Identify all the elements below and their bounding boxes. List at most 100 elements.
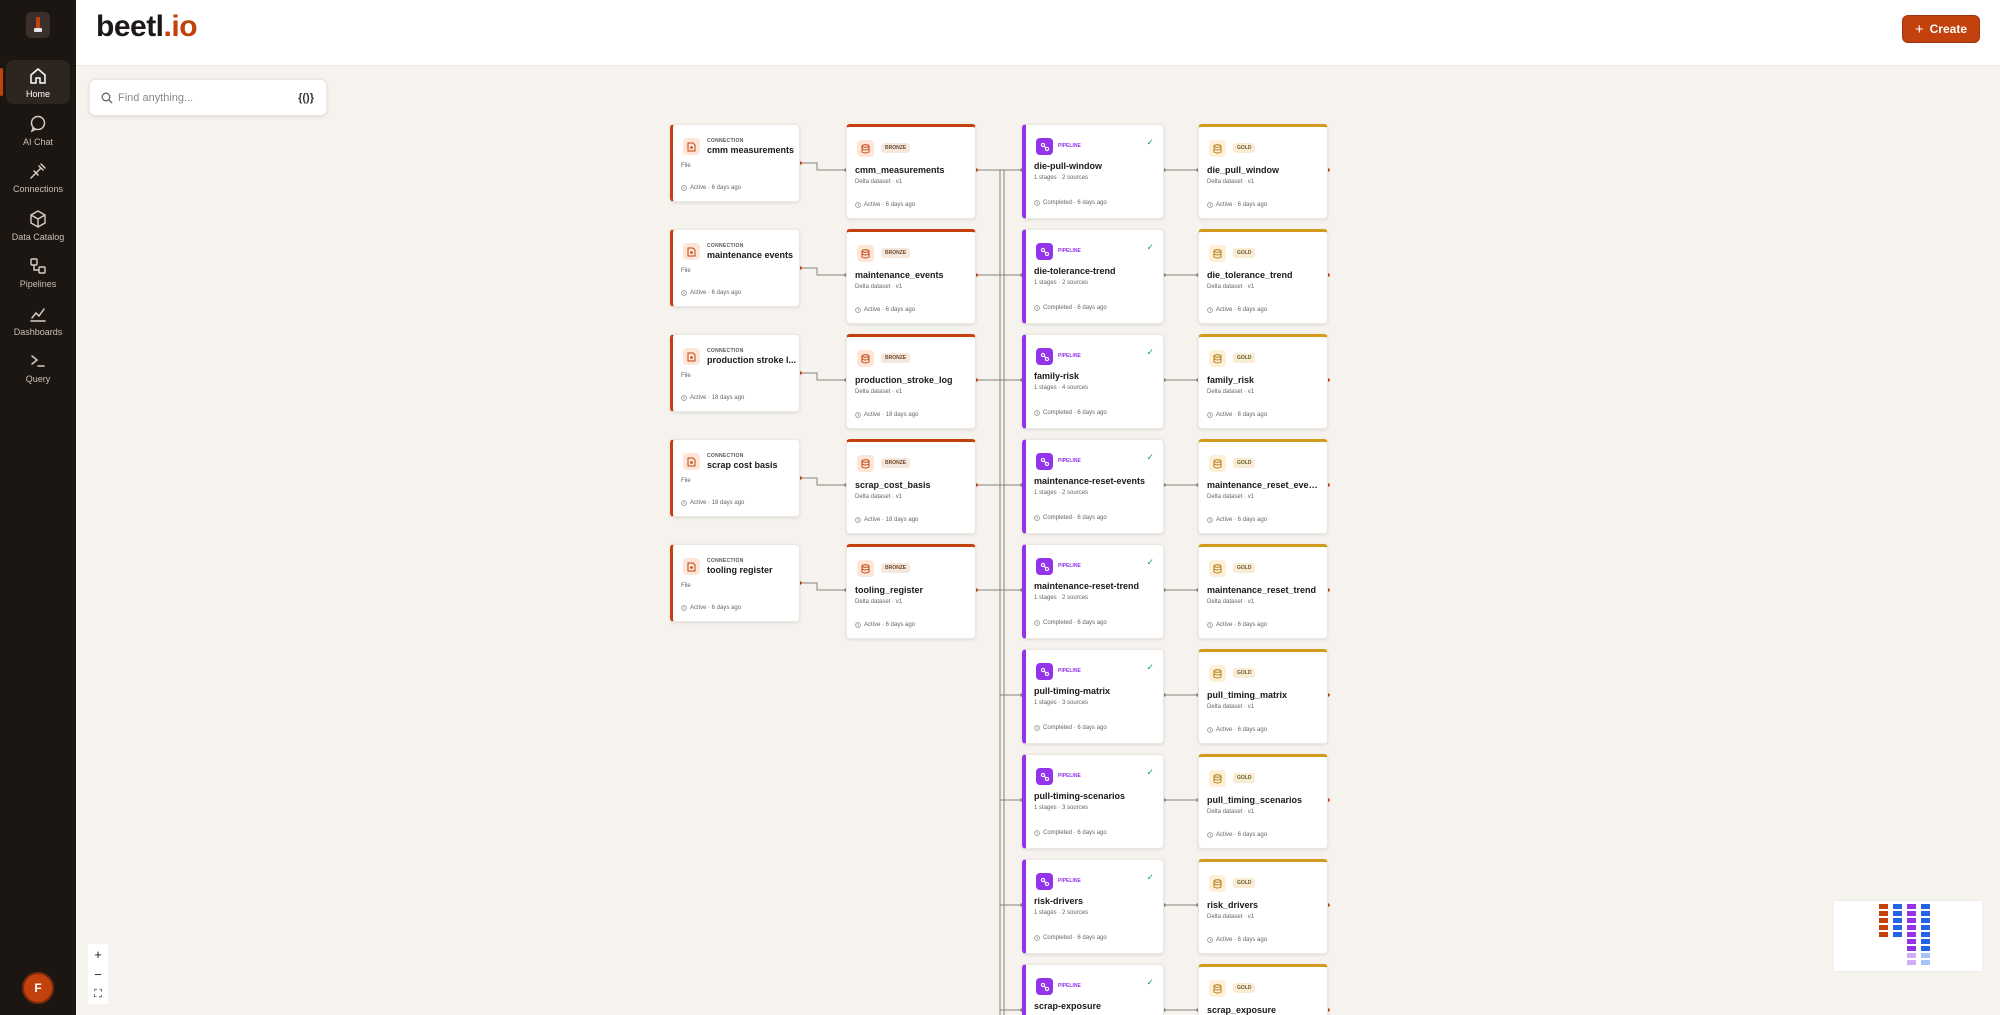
avatar[interactable]: F: [22, 972, 54, 1004]
node-title: scrap_cost_basis: [855, 480, 931, 490]
fit-view-button[interactable]: ⛶: [88, 984, 108, 1004]
node-subtitle: Delta dataset · v1: [1207, 809, 1255, 815]
node-status-text: Active · 6 days ago: [864, 622, 916, 628]
gold-node-maintenance-reset-trend[interactable]: GOLD maintenance_reset_trend Delta dataset…: [1198, 544, 1328, 639]
top-bar: beetl.io + Create: [76, 0, 2000, 66]
minimap-node: [1893, 918, 1902, 923]
node-status: Active · 6 days ago: [1207, 937, 1267, 943]
sidebar-item-query[interactable]: Query: [6, 345, 70, 389]
bronze-node-production-stroke-log[interactable]: BRONZE production_stroke_log Delta dataset…: [846, 334, 976, 429]
clock-icon: [1034, 410, 1040, 416]
conn-node-cmm-measurements[interactable]: CONNECTION cmm measurements File Active · 6…: [670, 124, 800, 202]
gold-node-scrap-exposure[interactable]: GOLD scrap_exposure: [1198, 964, 1328, 1015]
database-icon: [861, 353, 870, 363]
node-title: maintenance-reset-trend: [1034, 581, 1140, 591]
bronze-node-tooling-register[interactable]: BRONZE tooling_register Delta dataset · v1…: [846, 544, 976, 639]
zoom-in-button[interactable]: +: [88, 944, 108, 964]
sidebar-item-home[interactable]: Home: [0, 60, 70, 104]
minimap[interactable]: [1833, 900, 1983, 972]
clock-icon: [855, 622, 861, 628]
minimap-node: [1907, 904, 1916, 909]
pipe-node-risk-drivers[interactable]: PIPELINE risk-drivers 1 stages · 2 sources…: [1022, 859, 1164, 954]
node-type: CONNECTION: [707, 348, 744, 354]
layer-badge: GOLD: [1233, 563, 1256, 573]
sidebar-item-ai-chat[interactable]: AI Chat: [6, 108, 70, 152]
conn-node-production-stroke-l-[interactable]: CONNECTION production stroke l... File Acti…: [670, 334, 800, 412]
minimap-node: [1879, 904, 1888, 909]
sidebar-item-dashboards[interactable]: Dashboards: [6, 298, 70, 342]
node-icon: [1036, 138, 1053, 155]
pipeline-icon: [30, 258, 46, 274]
clock-icon: [681, 290, 687, 296]
zoom-out-button[interactable]: −: [88, 964, 108, 984]
gold-node-risk-drivers[interactable]: GOLD risk_drivers Delta dataset · v1 Active…: [1198, 859, 1328, 954]
pipe-node-family-risk[interactable]: PIPELINE family-risk 1 stages · 4 sources C…: [1022, 334, 1164, 429]
database-icon: [1213, 143, 1222, 153]
app-logo[interactable]: [26, 12, 50, 38]
node-title: scrap cost basis: [707, 460, 778, 470]
brand-logo[interactable]: beetl.io: [96, 10, 198, 44]
node-status-text: Active · 18 days ago: [690, 500, 745, 506]
pipe-node-die-pull-window[interactable]: PIPELINE die-pull-window 1 stages · 2 sour…: [1022, 124, 1164, 219]
edge-conn-bronze: [800, 372, 846, 381]
pipe-node-pull-timing-scenarios[interactable]: PIPELINE pull-timing-scenarios 1 stages · …: [1022, 754, 1164, 849]
gold-node-maintenance-reset-events[interactable]: GOLD maintenance_reset_events Delta datase…: [1198, 439, 1328, 534]
layer-badge: BRONZE: [881, 353, 911, 363]
search-input[interactable]: [118, 89, 288, 107]
node-icon: [1036, 453, 1053, 470]
file-icon: [687, 352, 696, 361]
pipeline-icon: [1040, 772, 1049, 781]
node-title: pull_timing_scenarios: [1207, 795, 1303, 805]
pipe-node-die-tolerance-trend[interactable]: PIPELINE die-tolerance-trend 1 stages · 2 …: [1022, 229, 1164, 324]
plus-icon: +: [1914, 20, 1924, 38]
node-status-text: Active · 6 days ago: [690, 185, 742, 191]
node-icon: [683, 453, 700, 470]
bronze-node-cmm-measurements[interactable]: BRONZE cmm_measurements Delta dataset · v1…: [846, 124, 976, 219]
lineage-canvas[interactable]: CONNECTION cmm measurements File Active · 6…: [76, 66, 2000, 1015]
ai-search-toggle[interactable]: {()}: [298, 92, 314, 104]
database-icon: [861, 248, 870, 258]
sidebar-item-pipelines[interactable]: Pipelines: [6, 250, 70, 294]
clock-icon: [681, 605, 687, 611]
node-subtitle: 1 stages · 2 sources: [1034, 175, 1089, 181]
node-subtitle: Delta dataset · v1: [855, 599, 903, 605]
conn-node-scrap-cost-basis[interactable]: CONNECTION scrap cost basis File Active · 1…: [670, 439, 800, 517]
gold-node-die-tolerance-trend[interactable]: GOLD die_tolerance_trend Delta dataset · v…: [1198, 229, 1328, 324]
sidebar-item-data-catalog[interactable]: Data Catalog: [6, 203, 70, 247]
conn-node-maintenance-events[interactable]: CONNECTION maintenance events File Active ·…: [670, 229, 800, 307]
node-subtitle: Delta dataset · v1: [855, 389, 903, 395]
node-type: CONNECTION: [707, 558, 744, 564]
pipe-node-pull-timing-matrix[interactable]: PIPELINE pull-timing-matrix 1 stages · 3 s…: [1022, 649, 1164, 744]
node-status-text: Completed · 6 days ago: [1043, 410, 1107, 416]
sidebar-item-connections[interactable]: Connections: [6, 155, 70, 199]
bronze-node-scrap-cost-basis[interactable]: BRONZE scrap_cost_basis Delta dataset · v1…: [846, 439, 976, 534]
node-status: Active · 6 days ago: [1207, 517, 1267, 523]
clock-icon: [1207, 202, 1213, 208]
sidebar-item-label: Dashboards: [13, 327, 63, 337]
node-status: Active · 6 days ago: [855, 202, 915, 208]
minimap-node: [1907, 939, 1916, 944]
node-status-text: Active · 6 days ago: [1216, 832, 1268, 838]
node-icon: [1036, 768, 1053, 785]
pipe-node-maintenance-reset-events[interactable]: PIPELINE maintenance-reset-events 1 stages…: [1022, 439, 1164, 534]
node-subtitle: Delta dataset · v1: [855, 494, 903, 500]
node-status: Completed · 6 days ago: [1034, 515, 1107, 521]
home-icon: [30, 68, 46, 84]
gold-node-pull-timing-scenarios[interactable]: GOLD pull_timing_scenarios Delta dataset ·…: [1198, 754, 1328, 849]
create-button[interactable]: + Create: [1901, 15, 1980, 43]
gold-node-pull-timing-matrix[interactable]: GOLD pull_timing_matrix Delta dataset · v1…: [1198, 649, 1328, 744]
node-title: family_risk: [1207, 375, 1255, 385]
edge-conn-bronze: [800, 162, 846, 171]
layer-badge: BRONZE: [881, 248, 911, 258]
minimap-node: [1921, 911, 1930, 916]
pipe-node-scrap-exposure[interactable]: PIPELINE scrap-exposure ✓: [1022, 964, 1164, 1015]
gold-node-family-risk[interactable]: GOLD family_risk Delta dataset · v1 Active …: [1198, 334, 1328, 429]
conn-node-tooling-register[interactable]: CONNECTION tooling register File Active · 6…: [670, 544, 800, 622]
node-icon: [1209, 455, 1226, 472]
minimap-node: [1921, 946, 1930, 951]
gold-node-die-pull-window[interactable]: GOLD die_pull_window Delta dataset · v1 Act…: [1198, 124, 1328, 219]
node-status: Active · 18 days ago: [681, 395, 744, 401]
cube-icon: [30, 210, 46, 228]
bronze-node-maintenance-events[interactable]: BRONZE maintenance_events Delta dataset · …: [846, 229, 976, 324]
pipe-node-maintenance-reset-trend[interactable]: PIPELINE maintenance-reset-trend 1 stages …: [1022, 544, 1164, 639]
